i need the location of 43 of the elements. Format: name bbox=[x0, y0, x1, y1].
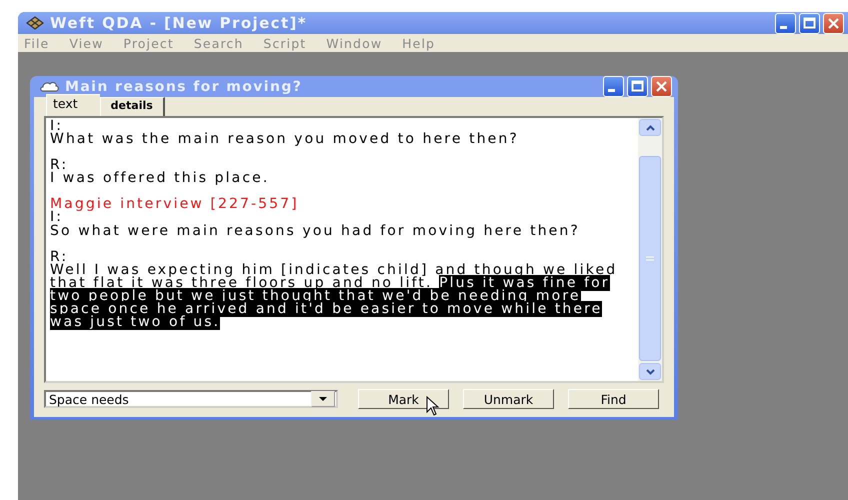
utterance-text: So what were main reasons you had for moving here then? bbox=[50, 224, 581, 238]
knot-logo-icon bbox=[26, 16, 44, 30]
close-icon bbox=[827, 16, 840, 30]
action-button[interactable]: Mark bbox=[358, 389, 449, 409]
window-title: Main reasons for moving? bbox=[65, 78, 302, 94]
speaker-label: R: bbox=[50, 250, 68, 264]
chevron-down-icon bbox=[646, 368, 654, 374]
maximize-button[interactable] bbox=[627, 76, 648, 97]
maximize-icon bbox=[803, 16, 816, 30]
minimize-icon bbox=[780, 26, 787, 28]
menu-item[interactable]: Search bbox=[194, 36, 252, 50]
cloud-icon bbox=[40, 81, 59, 92]
tab[interactable]: text bbox=[46, 94, 100, 116]
speaker-label: R: bbox=[50, 159, 70, 172]
close-button[interactable] bbox=[823, 12, 844, 34]
menu-item[interactable]: View bbox=[69, 36, 112, 50]
grip-icon bbox=[646, 256, 654, 261]
scrollbar[interactable] bbox=[638, 118, 662, 381]
chevron-up-icon bbox=[646, 124, 654, 130]
menu-item[interactable]: File bbox=[24, 36, 58, 50]
window-title: Weft QDA - [New Project]* bbox=[50, 14, 308, 32]
maximize-icon bbox=[631, 80, 644, 93]
minimize-icon bbox=[608, 89, 615, 92]
utterance-text: I was offered this place. bbox=[50, 172, 270, 186]
menu-item[interactable]: Script bbox=[263, 36, 314, 50]
minimize-button[interactable] bbox=[775, 12, 796, 34]
speaker-label: I: bbox=[50, 211, 64, 225]
action-button[interactable]: Find bbox=[568, 389, 659, 409]
tab[interactable]: details bbox=[100, 97, 165, 116]
close-button[interactable] bbox=[651, 76, 672, 97]
mouse-pointer-icon bbox=[426, 396, 440, 417]
source-label: Maggie interview [227-557] bbox=[50, 198, 300, 212]
close-icon bbox=[655, 80, 668, 93]
utterance-text: What was the main reason you moved to here then? bbox=[50, 133, 520, 146]
action-button[interactable]: Unmark bbox=[463, 389, 554, 409]
maximize-button[interactable] bbox=[799, 12, 820, 34]
code-dropdown[interactable]: Space needs bbox=[44, 390, 338, 408]
menu-item[interactable]: Window bbox=[326, 36, 390, 50]
minimize-button[interactable] bbox=[603, 76, 624, 97]
speaker-label: I: bbox=[50, 120, 64, 134]
dropdown-arrow-icon bbox=[319, 397, 327, 401]
menu-item[interactable]: Project bbox=[123, 36, 182, 50]
menu-item[interactable]: Help bbox=[402, 36, 444, 50]
